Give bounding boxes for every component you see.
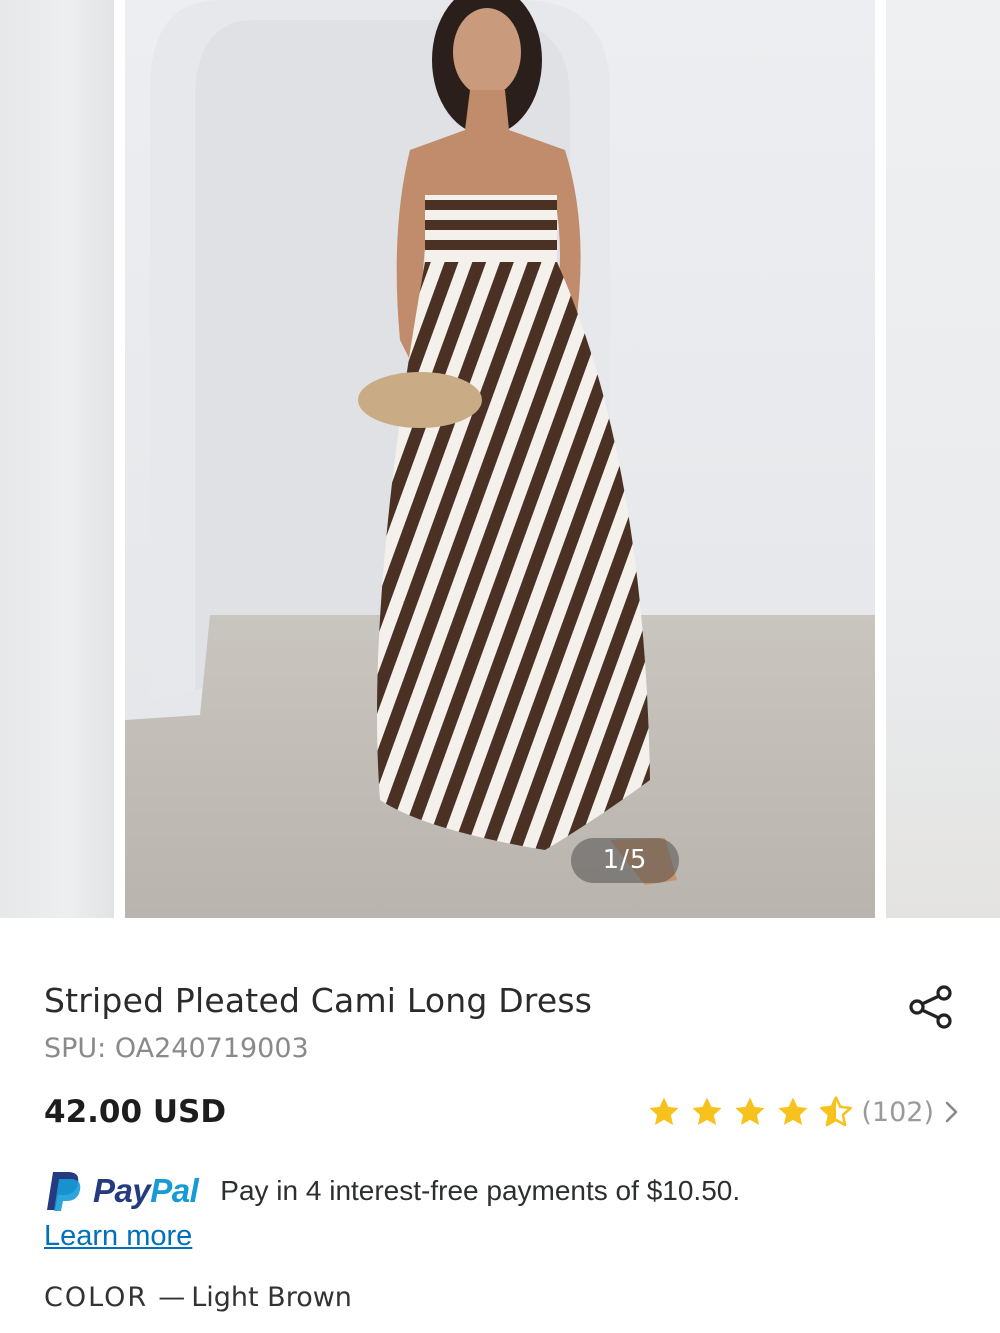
color-value: Light Brown <box>191 1282 352 1313</box>
star-full-icon <box>735 1097 765 1126</box>
paypal-wordmark-pay: Pay <box>93 1172 151 1209</box>
product-price: 42.00 USD <box>44 1094 227 1130</box>
star-rating <box>647 1095 853 1129</box>
star-full-icon <box>778 1097 808 1126</box>
color-selector-label: COLOR — Light Brown <box>44 1282 352 1313</box>
next-slide-image[interactable] <box>886 0 1000 918</box>
rating-summary[interactable]: (102) <box>647 1094 962 1130</box>
paypal-logo-icon <box>47 1172 81 1211</box>
chevron-right-icon <box>945 1101 958 1123</box>
color-separator: — <box>158 1282 186 1313</box>
learn-more-link[interactable]: Learn more <box>44 1220 192 1253</box>
star-full-icon <box>692 1097 722 1126</box>
review-count: (102) <box>861 1096 934 1128</box>
product-image-carousel[interactable]: 1/5 <box>0 0 1000 918</box>
product-spu: SPU: OA240719003 <box>44 1033 309 1064</box>
image-counter: 1/5 <box>571 838 679 883</box>
star-full-icon <box>649 1097 679 1126</box>
paypal-wordmark-pal: Pal <box>150 1172 199 1209</box>
product-title: Striped Pleated Cami Long Dress <box>44 981 593 1020</box>
share-icon[interactable] <box>908 984 954 1030</box>
paypal-message: Pay in 4 interest-free payments of $10.5… <box>220 1175 741 1206</box>
star-half-icon <box>820 1096 853 1127</box>
product-info: Striped Pleated Cami Long Dress SPU: OA2… <box>0 918 1000 1333</box>
previous-slide-image[interactable] <box>0 0 114 918</box>
color-label: COLOR <box>44 1282 149 1313</box>
paypal-pay-later: PayPal Pay in 4 interest-free payments o… <box>44 1170 740 1212</box>
product-image-main[interactable]: 1/5 <box>125 0 875 918</box>
paypal-wordmark: PayPal <box>93 1172 199 1210</box>
